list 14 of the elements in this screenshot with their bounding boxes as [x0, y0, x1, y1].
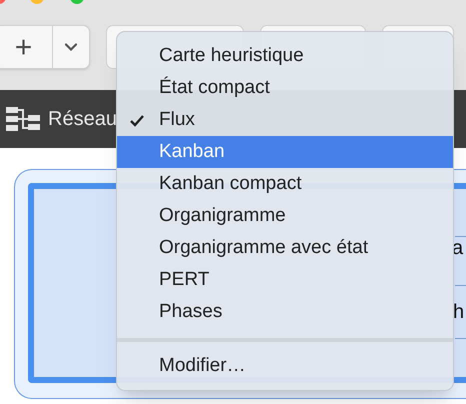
- menu-item[interactable]: Organigramme avec état: [117, 232, 453, 264]
- view-label: Réseau: [48, 107, 117, 132]
- chevron-down-icon: [65, 43, 77, 51]
- menu-item[interactable]: PERT: [117, 264, 453, 296]
- menu-item[interactable]: Organigramme: [117, 200, 453, 232]
- text-fragment: h: [453, 300, 464, 324]
- menu-item[interactable]: Flux: [117, 104, 453, 136]
- menu-item[interactable]: Kanban compact: [117, 168, 453, 200]
- menu-item[interactable]: État compact: [117, 72, 453, 104]
- menu-item[interactable]: Modifier…: [117, 350, 453, 382]
- menu-item[interactable]: Kanban: [117, 136, 453, 168]
- menu-item[interactable]: Carte heuristique: [117, 40, 453, 72]
- menu-item[interactable]: Phases: [117, 296, 453, 328]
- network-icon: [6, 105, 40, 133]
